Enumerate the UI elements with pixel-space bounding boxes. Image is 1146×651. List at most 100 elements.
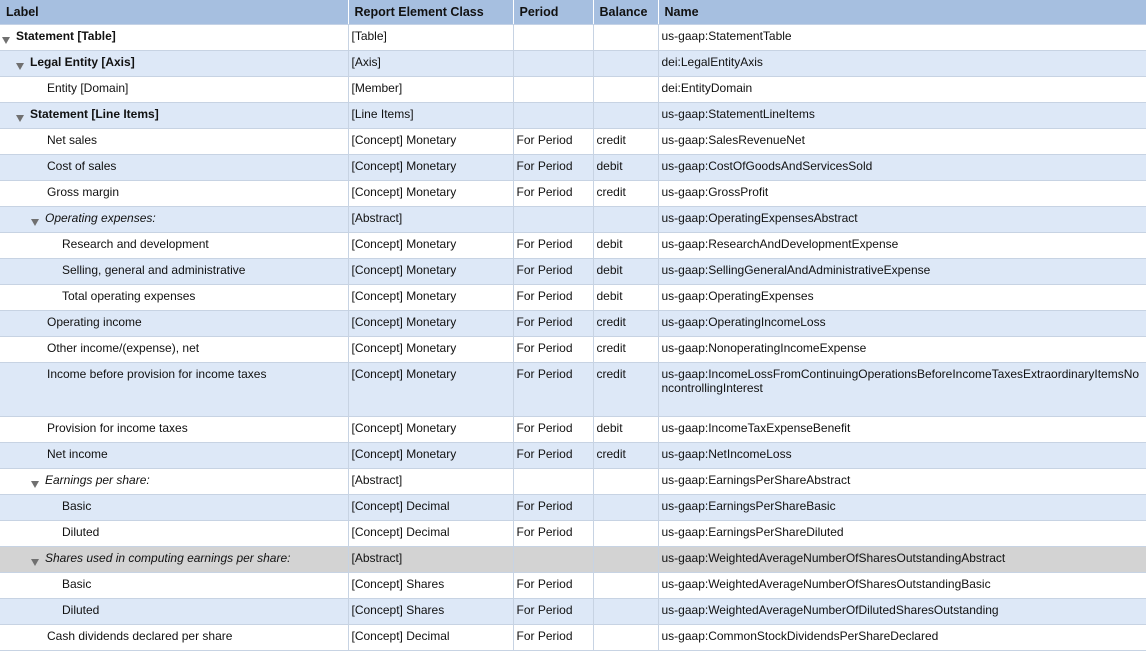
class-cell: [Concept] Shares <box>348 598 514 625</box>
period-cell <box>513 102 594 129</box>
balance-cell: credit <box>593 336 659 363</box>
class-cell: [Concept] Monetary <box>348 442 514 469</box>
balance-cell <box>593 546 659 573</box>
table-row[interactable]: Other income/(expense), net [Concept] Mo… <box>0 336 1146 363</box>
element-name-cell: us-gaap:CostOfGoodsAndServicesSold <box>658 154 1146 181</box>
balance-cell <box>593 494 659 521</box>
table-row[interactable]: Income before provision for income taxes… <box>0 362 1146 417</box>
column-header-balance[interactable]: Balance <box>593 0 659 25</box>
disclosure-triangle-icon[interactable] <box>16 115 24 122</box>
class-cell: [Concept] Decimal <box>348 520 514 547</box>
element-name-cell: us-gaap:NetIncomeLoss <box>658 442 1146 469</box>
class-cell: [Concept] Monetary <box>348 284 514 311</box>
table-row[interactable]: Diluted [Concept] Shares For Period us-g… <box>0 598 1146 625</box>
element-name-cell: us-gaap:EarningsPerShareDiluted <box>658 520 1146 547</box>
table-row[interactable]: Cash dividends declared per share [Conce… <box>0 624 1146 651</box>
class-cell: [Concept] Monetary <box>348 416 514 443</box>
table-row[interactable]: Basic [Concept] Decimal For Period us-ga… <box>0 494 1146 521</box>
label-cell: Statement [Line Items] <box>0 102 349 129</box>
period-cell: For Period <box>513 258 594 285</box>
table-row[interactable]: Total operating expenses [Concept] Monet… <box>0 284 1146 311</box>
table-row[interactable]: Operating expenses: [Abstract] us-gaap:O… <box>0 206 1146 233</box>
table-row[interactable]: Net sales [Concept] Monetary For Period … <box>0 128 1146 155</box>
table-row[interactable]: Cost of sales [Concept] Monetary For Per… <box>0 154 1146 181</box>
element-name-cell: us-gaap:WeightedAverageNumberOfSharesOut… <box>658 572 1146 599</box>
class-cell: [Abstract] <box>348 468 514 495</box>
table-row[interactable]: Operating income [Concept] Monetary For … <box>0 310 1146 337</box>
table-row[interactable]: Basic [Concept] Shares For Period us-gaa… <box>0 572 1146 599</box>
class-cell: [Line Items] <box>348 102 514 129</box>
element-name-cell: us-gaap:SellingGeneralAndAdministrativeE… <box>658 258 1146 285</box>
element-name-cell: us-gaap:StatementLineItems <box>658 102 1146 129</box>
label-cell: Research and development <box>0 232 349 259</box>
balance-cell: credit <box>593 362 659 417</box>
label-cell: Legal Entity [Axis] <box>0 50 349 77</box>
table-row[interactable]: Diluted [Concept] Decimal For Period us-… <box>0 520 1146 547</box>
period-cell: For Period <box>513 284 594 311</box>
period-cell: For Period <box>513 572 594 599</box>
table-row-selected[interactable]: Shares used in computing earnings per sh… <box>0 546 1146 573</box>
disclosure-triangle-icon[interactable] <box>16 63 24 70</box>
period-cell <box>513 76 594 103</box>
table-row[interactable]: Earnings per share: [Abstract] us-gaap:E… <box>0 468 1146 495</box>
period-cell <box>513 206 594 233</box>
table-row[interactable]: Legal Entity [Axis] [Axis] dei:LegalEnti… <box>0 50 1146 77</box>
period-cell: For Period <box>513 154 594 181</box>
class-cell: [Concept] Monetary <box>348 154 514 181</box>
period-cell: For Period <box>513 232 594 259</box>
balance-cell: debit <box>593 154 659 181</box>
period-cell: For Period <box>513 128 594 155</box>
disclosure-triangle-icon[interactable] <box>31 219 39 226</box>
balance-cell: credit <box>593 180 659 207</box>
period-cell: For Period <box>513 598 594 625</box>
balance-cell <box>593 598 659 625</box>
element-name-cell: us-gaap:OperatingIncomeLoss <box>658 310 1146 337</box>
label-cell: Entity [Domain] <box>0 76 349 103</box>
disclosure-triangle-icon[interactable] <box>31 559 39 566</box>
column-header-period[interactable]: Period <box>513 0 594 25</box>
balance-cell <box>593 572 659 599</box>
column-header-name[interactable]: Name <box>658 0 1146 25</box>
element-name-cell: us-gaap:StatementTable <box>658 24 1146 51</box>
period-cell <box>513 546 594 573</box>
balance-cell: debit <box>593 258 659 285</box>
period-cell: For Period <box>513 442 594 469</box>
column-header-class[interactable]: Report Element Class <box>348 0 514 25</box>
table-row[interactable]: Statement [Line Items] [Line Items] us-g… <box>0 102 1146 129</box>
element-name-cell: us-gaap:ResearchAndDevelopmentExpense <box>658 232 1146 259</box>
disclosure-triangle-icon[interactable] <box>2 37 10 44</box>
balance-cell <box>593 76 659 103</box>
class-cell: [Concept] Decimal <box>348 494 514 521</box>
element-name-cell: us-gaap:SalesRevenueNet <box>658 128 1146 155</box>
element-name-cell: us-gaap:WeightedAverageNumberOfDilutedSh… <box>658 598 1146 625</box>
table-header-row: Label Report Element Class Period Balanc… <box>0 0 1146 25</box>
column-header-label[interactable]: Label <box>0 0 349 25</box>
element-name-cell: dei:EntityDomain <box>658 76 1146 103</box>
table-row[interactable]: Gross margin [Concept] Monetary For Peri… <box>0 180 1146 207</box>
class-cell: [Abstract] <box>348 206 514 233</box>
label-cell: Total operating expenses <box>0 284 349 311</box>
element-name-cell: us-gaap:NonoperatingIncomeExpense <box>658 336 1146 363</box>
table-row[interactable]: Statement [Table] [Table] us-gaap:Statem… <box>0 24 1146 51</box>
table-row[interactable]: Entity [Domain] [Member] dei:EntityDomai… <box>0 76 1146 103</box>
element-name-cell: us-gaap:IncomeLossFromContinuingOperatio… <box>658 362 1146 417</box>
label-cell: Net income <box>0 442 349 469</box>
table-row[interactable]: Provision for income taxes [Concept] Mon… <box>0 416 1146 443</box>
table-row[interactable]: Research and development [Concept] Monet… <box>0 232 1146 259</box>
class-cell: [Concept] Decimal <box>348 624 514 651</box>
element-name-cell: dei:LegalEntityAxis <box>658 50 1146 77</box>
label-cell: Earnings per share: <box>0 468 349 495</box>
table-row[interactable]: Net income [Concept] Monetary For Period… <box>0 442 1146 469</box>
element-name-cell: us-gaap:EarningsPerShareBasic <box>658 494 1146 521</box>
balance-cell <box>593 24 659 51</box>
period-cell <box>513 50 594 77</box>
balance-cell <box>593 624 659 651</box>
balance-cell: debit <box>593 232 659 259</box>
period-cell: For Period <box>513 494 594 521</box>
period-cell: For Period <box>513 336 594 363</box>
label-cell: Operating expenses: <box>0 206 349 233</box>
disclosure-triangle-icon[interactable] <box>31 481 39 488</box>
label-cell: Provision for income taxes <box>0 416 349 443</box>
table-row[interactable]: Selling, general and administrative [Con… <box>0 258 1146 285</box>
balance-cell: debit <box>593 416 659 443</box>
